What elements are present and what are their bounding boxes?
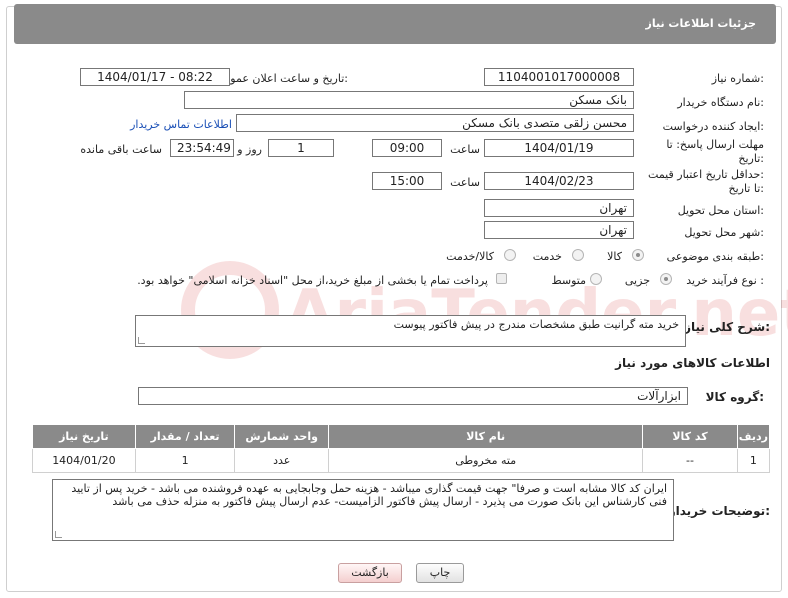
- province-label: استان محل تحویل:: [677, 204, 764, 217]
- back-button[interactable]: بازگشت: [338, 563, 402, 583]
- col-unit: واحد شمارش: [234, 424, 330, 449]
- resize-handle[interactable]: [55, 531, 62, 538]
- remaining-days-field: 1: [268, 139, 334, 157]
- col-row: ردیف: [736, 424, 771, 449]
- col-date: تاریخ نیاز: [32, 424, 136, 449]
- description-text: خرید مته گرانیت طبق مشخصات مندرج در پیش …: [393, 318, 679, 331]
- table-header-row: ردیف کد کالا نام کالا واحد شمارش تعداد /…: [32, 424, 771, 449]
- resize-handle[interactable]: [138, 337, 145, 344]
- buyer-org-field: بانک مسکن: [184, 91, 634, 109]
- buyer-contact-link[interactable]: اطلاعات تماس خریدار: [130, 118, 232, 131]
- days-label: روز و: [237, 143, 262, 156]
- table-row: 1 -- مته مخروطی عدد 1 1404/01/20: [32, 448, 771, 473]
- deadline-date-field: 1404/01/19: [484, 139, 634, 157]
- cell-unit: عدد: [234, 448, 330, 473]
- cell-code: --: [642, 448, 738, 473]
- remaining-time-field: 23:54:49: [170, 139, 234, 157]
- validity-label-date: تا تاریخ:: [728, 182, 764, 195]
- goods-group-label: گروه کالا:: [705, 390, 764, 404]
- page-title: جزئیات اطلاعات نیاز: [645, 17, 757, 30]
- city-field: تهران: [484, 221, 634, 239]
- category-option-service: خدمت: [532, 250, 562, 263]
- description-label: شرح کلی نیاز:: [684, 320, 770, 334]
- need-number-label: شماره نیاز:: [711, 72, 764, 85]
- category-radio-both[interactable]: [504, 249, 516, 261]
- print-button[interactable]: چاپ: [416, 563, 464, 583]
- payment-note: پرداخت تمام یا بخشی از مبلغ خرید،از محل …: [137, 274, 488, 287]
- process-option-medium: متوسط: [551, 274, 586, 287]
- announce-label: تاریخ و ساعت اعلان عمومی:: [215, 72, 348, 85]
- process-label: نوع فرآیند خرید :: [686, 274, 764, 287]
- buyer-org-label: نام دستگاه خریدار:: [677, 96, 764, 109]
- category-radio-goods[interactable]: [632, 249, 644, 261]
- creator-label: ایجاد کننده درخواست:: [662, 120, 764, 133]
- process-option-minor: جزیی: [624, 274, 650, 287]
- validity-label: حداقل تاریخ اعتبار قیمت:: [648, 168, 764, 181]
- panel-header: جزئیات اطلاعات نیاز: [14, 4, 776, 44]
- validity-time-field: 15:00: [372, 172, 442, 190]
- need-number-field: 1104001017000008: [484, 68, 634, 86]
- deadline-time-field: 09:00: [372, 139, 442, 157]
- process-radio-medium[interactable]: [590, 273, 602, 285]
- col-name: نام کالا: [328, 424, 644, 449]
- province-field: تهران: [484, 199, 634, 217]
- buyer-notes-textarea[interactable]: ایران کد کالا مشابه است و صرفا" جهت قیمت…: [52, 479, 674, 541]
- cell-date: 1404/01/20: [32, 448, 136, 473]
- goods-table: ردیف کد کالا نام کالا واحد شمارش تعداد /…: [32, 424, 771, 473]
- remaining-label: ساعت باقی مانده: [80, 143, 162, 156]
- col-qty: تعداد / مقدار: [134, 424, 236, 449]
- col-code: کد کالا: [642, 424, 738, 449]
- validity-date-field: 1404/02/23: [484, 172, 634, 190]
- deadline-label-date: تاریخ:: [738, 152, 764, 165]
- buyer-notes-text: ایران کد کالا مشابه است و صرفا" جهت قیمت…: [71, 482, 667, 508]
- creator-field: محسن زلقی متصدی بانک مسکن: [236, 114, 634, 132]
- city-label: شهر محل تحویل:: [684, 226, 764, 239]
- announce-field: 1404/01/17 - 08:22: [80, 68, 230, 86]
- description-textarea[interactable]: خرید مته گرانیت طبق مشخصات مندرج در پیش …: [135, 315, 686, 347]
- buyer-notes-label: توضیحات خریدار:: [668, 504, 770, 518]
- process-radio-minor[interactable]: [660, 273, 672, 285]
- goods-section-title: اطلاعات کالاهای مورد نیاز: [615, 356, 770, 370]
- cell-row: 1: [736, 448, 771, 473]
- category-label: طبقه بندی موضوعی:: [666, 250, 764, 263]
- goods-group-field: ابزارآلات: [138, 387, 688, 405]
- deadline-time-label: ساعت: [450, 143, 480, 156]
- cell-name: مته مخروطی: [328, 448, 644, 473]
- validity-time-label: ساعت: [450, 176, 480, 189]
- deadline-label: مهلت ارسال پاسخ: تا: [666, 138, 764, 151]
- cell-qty: 1: [134, 448, 236, 473]
- category-option-both: کالا/خدمت: [446, 250, 494, 263]
- category-radio-service[interactable]: [572, 249, 584, 261]
- category-option-goods: کالا: [607, 250, 622, 263]
- treasury-checkbox[interactable]: [496, 273, 507, 284]
